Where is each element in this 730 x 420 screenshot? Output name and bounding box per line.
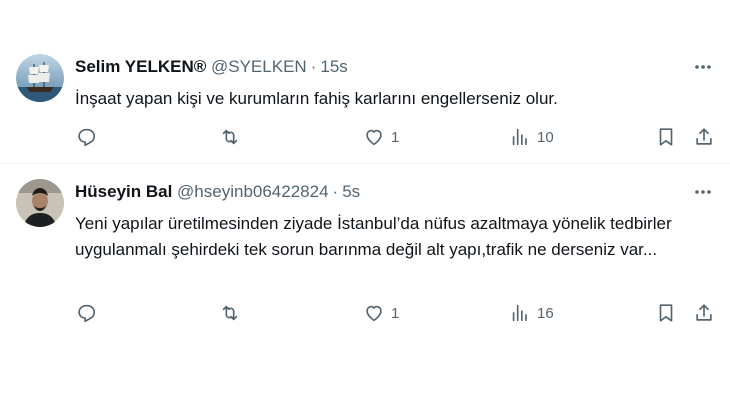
retweet-icon [222,129,238,145]
timestamp[interactable]: 15s [320,57,347,76]
more-icon [695,190,711,194]
more-options-button[interactable] [692,56,714,78]
share-button[interactable] [693,301,715,325]
avatar[interactable] [16,179,64,227]
author-name[interactable]: Hüseyin Bal [75,182,172,201]
divider [0,163,730,164]
sailing-ship-icon [16,54,64,102]
more-icon [695,65,711,69]
retweet-button[interactable] [219,125,247,149]
tweet-header: Hüseyin Bal @hseyinb06422824 · 5s [75,181,714,203]
separator-dot: · [332,182,339,201]
person-photo-icon [16,179,64,227]
share-icon [696,128,712,145]
avatar[interactable] [16,54,64,102]
tweet-actions: 1 10 [75,125,714,149]
views-button[interactable]: 10 [509,125,554,149]
analytics-icon [512,128,527,146]
tweet[interactable]: Hüseyin Bal @hseyinb06422824 · 5s Yeni yap… [0,165,730,335]
retweet-button[interactable] [219,301,247,325]
author-handle[interactable]: @hseyinb06422824 [177,182,329,201]
tweet[interactable]: Selim YELKEN® @SYELKEN · 15s İnşaat yapan … [0,40,730,162]
tweet-actions: 1 16 [75,301,714,325]
tweet-text: İnşaat yapan kişi ve kurumların fahiş ka… [75,89,558,108]
retweet-icon [222,305,238,321]
analytics-icon [512,304,527,322]
share-button[interactable] [693,125,715,149]
like-count: 1 [391,304,400,322]
author-handle[interactable]: @SYELKEN [211,57,307,76]
like-button[interactable]: 1 [363,301,399,325]
author-name[interactable]: Selim YELKEN® [75,57,206,76]
heart-icon [366,305,382,322]
more-options-button[interactable] [692,181,714,203]
timestamp[interactable]: 5s [342,182,360,201]
views-button[interactable]: 16 [509,301,554,325]
bookmark-icon [659,304,673,322]
tweet-header: Selim YELKEN® @SYELKEN · 15s [75,56,714,78]
timeline-feed: Selim YELKEN® @SYELKEN · 15s İnşaat yapan … [0,0,730,420]
reply-icon [78,304,96,323]
share-icon [696,304,712,321]
bookmark-button[interactable] [655,125,677,149]
reply-icon [78,128,96,147]
like-count: 1 [391,128,400,146]
like-button[interactable]: 1 [363,125,399,149]
heart-icon [366,129,382,146]
reply-button[interactable] [75,301,103,325]
separator-dot: · [310,57,317,76]
view-count: 16 [537,304,554,322]
view-count: 10 [537,128,554,146]
bookmark-button[interactable] [655,301,677,325]
reply-button[interactable] [75,125,103,149]
bookmark-icon [659,128,673,146]
tweet-text: Yeni yapılar üretilmesinden ziyade İstan… [75,214,672,259]
